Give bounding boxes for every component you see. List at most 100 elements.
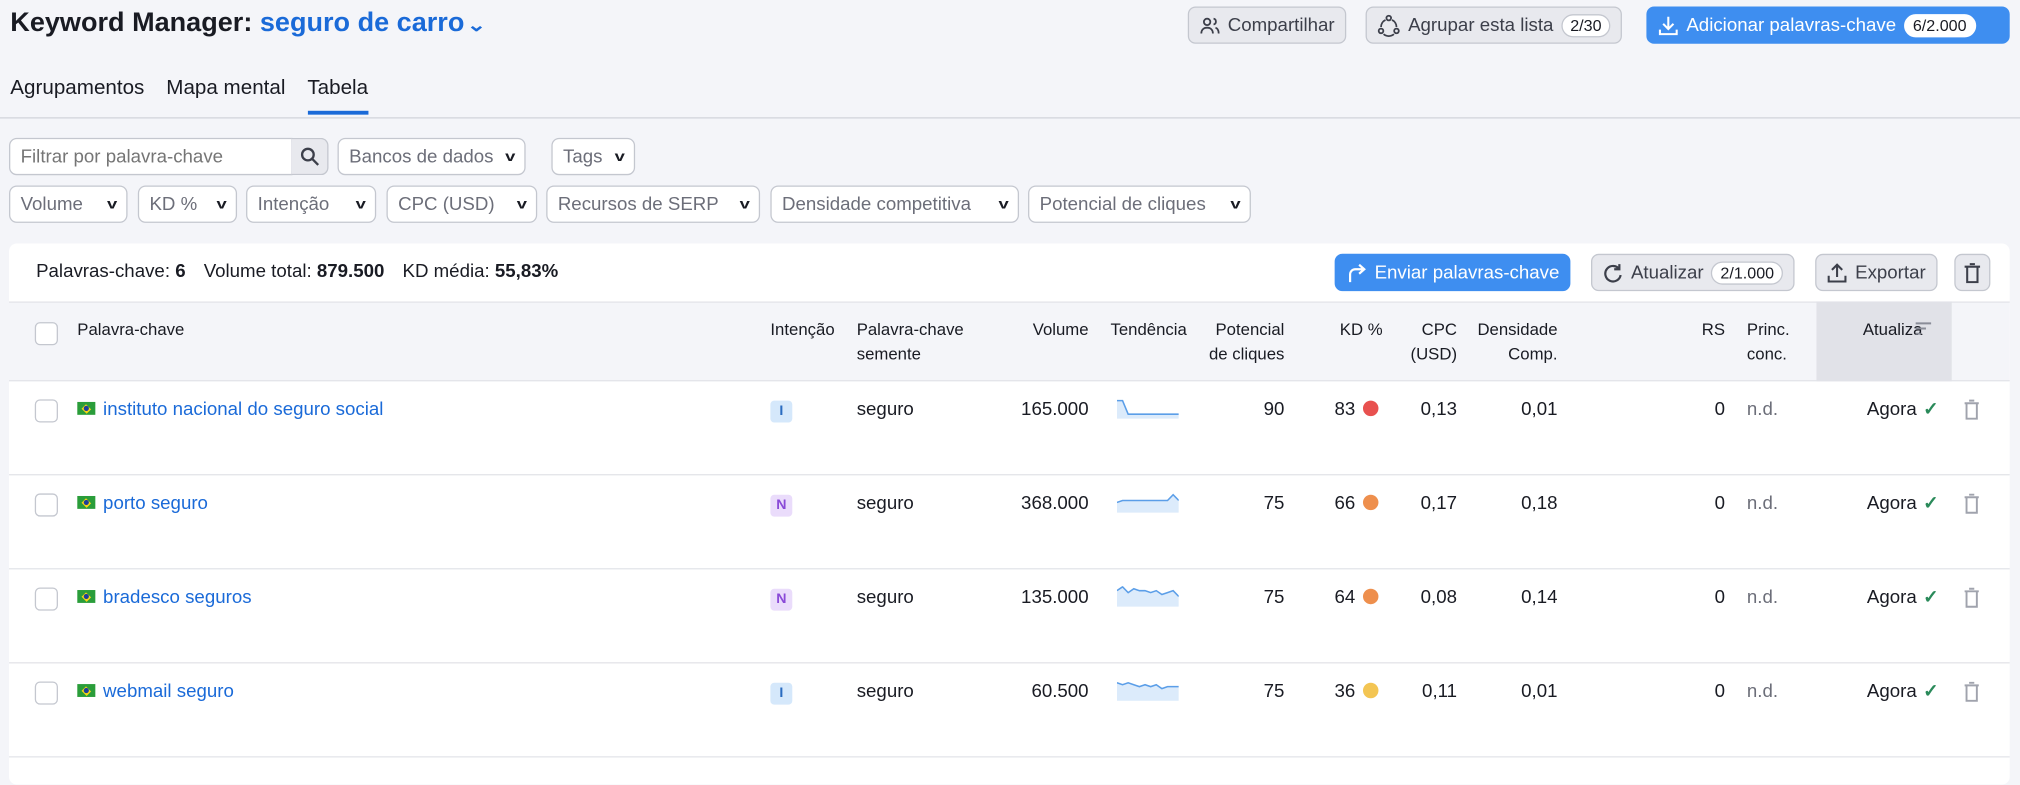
- trash-icon[interactable]: [1963, 681, 1980, 702]
- tags-label: Tags: [562, 146, 603, 167]
- avg-kd: 55,83%: [494, 261, 559, 283]
- cpc-value: 0,11: [1422, 681, 1458, 703]
- column-kd[interactable]: KD %: [1340, 317, 1383, 341]
- column-clicks-line1: Potencial: [1215, 319, 1285, 339]
- trash-icon[interactable]: [1963, 587, 1980, 608]
- keyword-link[interactable]: porto seguro: [103, 493, 208, 514]
- intent-filter[interactable]: Intenção v: [246, 185, 377, 223]
- intent-badge: I: [770, 682, 793, 705]
- keyword-link[interactable]: webmail seguro: [103, 681, 234, 702]
- brazil-flag-icon: [77, 401, 96, 415]
- keyword-cell: porto seguro: [77, 493, 208, 514]
- column-updated[interactable]: Atualiza: [1863, 317, 1933, 341]
- seed-keyword: seguro: [856, 399, 914, 420]
- column-seed[interactable]: Palavra-chave semente: [857, 317, 964, 366]
- click-potential-value: 90: [1263, 399, 1285, 420]
- trend-sparkline: [1116, 586, 1179, 607]
- kd-value: 64: [1334, 587, 1356, 609]
- group-count-badge: 2/30: [1561, 13, 1611, 37]
- clicks-filter-label: Potencial de cliques: [1039, 193, 1206, 215]
- updated-value: Agora: [1866, 587, 1917, 609]
- column-volume[interactable]: Volume: [979, 317, 1089, 341]
- seed-keyword: seguro: [856, 681, 914, 703]
- density-value: 0,01: [1521, 399, 1558, 420]
- share-button[interactable]: Compartilhar: [1187, 6, 1347, 44]
- volume-value: 368.000: [1021, 493, 1089, 515]
- column-trend[interactable]: Tendência: [1110, 317, 1186, 341]
- total-volume-label: Volume total:: [203, 261, 312, 283]
- updated-value: Agora: [1866, 399, 1917, 420]
- trend-sparkline: [1116, 399, 1179, 419]
- serp-features-filter[interactable]: Recursos de SERP v: [546, 185, 761, 223]
- sort-icon[interactable]: [1915, 321, 1933, 336]
- chevron-down-icon: v: [106, 196, 118, 212]
- add-keywords-label: Adicionar palavras-chave: [1686, 14, 1897, 36]
- trash-icon[interactable]: [1963, 493, 1980, 514]
- competitive-density-filter[interactable]: Densidade competitiva v: [770, 185, 1020, 223]
- trend-sparkline: [1116, 493, 1179, 513]
- column-density-line2: Comp.: [1508, 343, 1558, 364]
- search-button[interactable]: [291, 137, 329, 176]
- keyword-link[interactable]: instituto nacional do seguro social: [103, 399, 383, 420]
- updated-cell: Agora ✓: [1816, 493, 1939, 515]
- cpc-filter[interactable]: CPC (USD) v: [386, 185, 538, 223]
- project-selector[interactable]: seguro de carro ⌄: [260, 8, 487, 38]
- row-checkbox[interactable]: [34, 399, 58, 423]
- chevron-down-icon: v: [614, 148, 625, 165]
- check-icon: ✓: [1923, 493, 1939, 515]
- tab-mapa-mental[interactable]: Mapa mental: [166, 77, 285, 113]
- brazil-flag-icon: [77, 684, 96, 697]
- kd-value: 36: [1334, 681, 1356, 703]
- column-clicks-line2: de cliques: [1208, 343, 1285, 364]
- tab-agrupamentos[interactable]: Agrupamentos: [10, 77, 144, 113]
- table-summary: Palavras-chave: 6 Volume total: 879.500 …: [36, 262, 571, 283]
- chevron-down-icon[interactable]: ⌄: [467, 14, 487, 36]
- rs-value: 0: [1714, 399, 1725, 420]
- column-intent[interactable]: Intenção: [770, 317, 834, 341]
- select-all-checkbox[interactable]: [34, 322, 58, 346]
- click-potential-filter[interactable]: Potencial de cliques v: [1028, 185, 1251, 223]
- update-button[interactable]: Atualizar 2/1.000: [1591, 253, 1795, 292]
- row-checkbox[interactable]: [34, 493, 58, 517]
- tab-tabela[interactable]: Tabela: [307, 77, 369, 115]
- row-checkbox[interactable]: [34, 587, 58, 611]
- databases-dropdown[interactable]: Bancos de dados v: [337, 137, 526, 176]
- kd-value: 83: [1334, 399, 1356, 420]
- kd-cell: 66: [1301, 493, 1379, 514]
- send-keywords-button[interactable]: Enviar palavras-chave: [1334, 253, 1572, 292]
- kd-filter[interactable]: KD % v: [137, 185, 238, 223]
- column-cpc[interactable]: CPC (USD): [1391, 317, 1458, 366]
- competitors-value: n.d.: [1746, 399, 1779, 420]
- search-icon: [300, 147, 319, 166]
- group-list-button[interactable]: Agrupar esta lista 2/30: [1365, 6, 1623, 44]
- column-competitors[interactable]: Princ. conc.: [1747, 317, 1790, 366]
- kd-difficulty-dot: [1362, 588, 1379, 605]
- keyword-filter-input[interactable]: [9, 137, 293, 176]
- column-rs[interactable]: RS: [1675, 317, 1725, 341]
- download-icon: [1658, 16, 1678, 35]
- column-density[interactable]: Densidade Comp.: [1469, 317, 1558, 366]
- kd-cell: 83: [1301, 399, 1379, 420]
- intent-badge: N: [770, 588, 793, 611]
- seed-keyword: seguro: [856, 587, 914, 609]
- add-keywords-button[interactable]: Adicionar palavras-chave 6/2.000: [1646, 6, 2010, 44]
- cpc-filter-label: CPC (USD): [398, 193, 495, 215]
- column-keyword[interactable]: Palavra-chave: [77, 317, 184, 341]
- keyword-link[interactable]: bradesco seguros: [103, 587, 251, 608]
- volume-filter[interactable]: Volume v: [9, 185, 128, 223]
- row-checkbox[interactable]: [34, 681, 58, 705]
- databases-label: Bancos de dados: [349, 146, 494, 167]
- serp-filter-label: Recursos de SERP: [557, 193, 719, 215]
- intent-badge: N: [770, 494, 793, 517]
- export-button[interactable]: Exportar: [1815, 253, 1938, 292]
- column-click-potential[interactable]: Potencial de cliques: [1185, 317, 1284, 366]
- title-label: Keyword Manager:: [10, 7, 253, 38]
- trash-icon[interactable]: [1963, 399, 1980, 420]
- chevron-down-icon: v: [216, 196, 227, 212]
- tabs-divider: [0, 117, 2020, 119]
- tags-dropdown[interactable]: Tags v: [551, 137, 635, 176]
- project-name[interactable]: seguro de carro: [260, 8, 464, 38]
- delete-selected-button[interactable]: [1954, 253, 1991, 292]
- updated-cell: Agora ✓: [1816, 587, 1939, 609]
- table-row: [9, 381, 2010, 476]
